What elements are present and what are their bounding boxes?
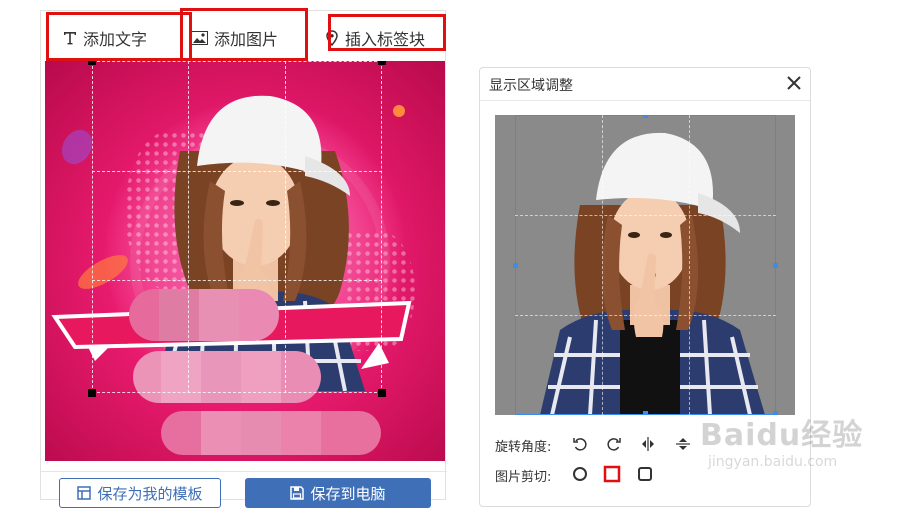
add-image-button[interactable]: 添加图片	[191, 19, 278, 57]
save-to-pc-button[interactable]: 保存到电脑	[245, 478, 431, 508]
resize-handle-top-left[interactable]	[88, 61, 96, 65]
dialog-title: 显示区域调整	[489, 78, 573, 94]
crop-handle-bottom-right[interactable]	[773, 411, 778, 415]
crop-grid-horizontal-2	[515, 315, 776, 316]
rotate-right-icon[interactable]	[604, 434, 624, 454]
save-disk-icon	[290, 486, 305, 500]
insert-tag-button[interactable]: 插入标签块	[325, 19, 425, 57]
dialog-header: 显示区域调整	[480, 68, 810, 101]
save-as-template-button[interactable]: 保存为我的模板	[59, 478, 221, 508]
selection-guide-vertical	[188, 61, 286, 393]
display-area-dialog: 显示区域调整 旋转角度: 图片剪切:	[479, 67, 811, 507]
add-text-label: 添加文字	[83, 30, 148, 49]
rotate-left-icon[interactable]	[570, 434, 590, 454]
image-crop-label: 图片剪切:	[495, 470, 552, 485]
crop-handle-top[interactable]	[643, 115, 648, 118]
crop-grid-vertical-2	[689, 115, 690, 415]
rotate-angle-label: 旋转角度:	[495, 440, 552, 455]
crop-square-icon[interactable]	[602, 464, 622, 484]
resize-handle-bottom-left[interactable]	[88, 389, 96, 397]
flip-horizontal-icon[interactable]	[638, 434, 658, 454]
add-image-label: 添加图片	[214, 30, 279, 49]
crop-handle-right[interactable]	[773, 263, 778, 268]
editor-toolbar: 添加文字 添加图片 插入标签块	[41, 11, 447, 57]
crop-grid-vertical-1	[602, 115, 603, 415]
poster-editor: 添加文字 添加图片 插入标签块 保存为我的模板 保存到电脑	[40, 10, 447, 508]
crop-selection-box[interactable]	[515, 115, 776, 415]
image-icon	[191, 31, 208, 45]
editor-action-bar: 保存为我的模板 保存到电脑	[41, 471, 447, 508]
resize-handle-top-right[interactable]	[378, 61, 386, 65]
crop-circle-icon[interactable]	[570, 464, 590, 484]
crop-rounded-square-icon[interactable]	[635, 464, 655, 484]
insert-tag-label: 插入标签块	[345, 30, 426, 49]
flip-vertical-icon[interactable]	[673, 434, 693, 454]
resize-handle-bottom-right[interactable]	[378, 389, 386, 397]
tag-icon	[325, 30, 339, 46]
crop-handle-left[interactable]	[513, 263, 518, 268]
crop-preview[interactable]	[495, 115, 795, 415]
crop-handle-bottom[interactable]	[643, 411, 648, 415]
mosaic-price-block	[161, 411, 381, 455]
text-icon	[63, 31, 77, 45]
add-text-button[interactable]: 添加文字	[63, 19, 147, 57]
template-icon	[77, 486, 92, 500]
poster-canvas[interactable]	[45, 61, 445, 461]
crop-grid-horizontal-1	[515, 215, 776, 216]
close-icon[interactable]	[785, 74, 803, 92]
save-as-template-label: 保存为我的模板	[97, 484, 203, 503]
save-to-pc-label: 保存到电脑	[310, 484, 386, 503]
